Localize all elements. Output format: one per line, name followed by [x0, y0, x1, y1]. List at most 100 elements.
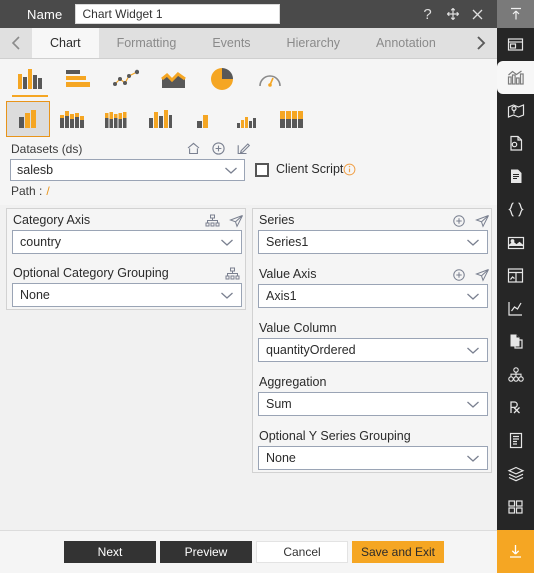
tabs-prev-arrow[interactable] — [0, 28, 32, 58]
collapse-up-icon[interactable] — [497, 0, 534, 28]
bar-chart-icon[interactable] — [54, 61, 102, 97]
aggregation-label: Aggregation — [259, 375, 327, 389]
org-chart-icon[interactable] — [497, 358, 534, 391]
text-document-icon[interactable] — [497, 160, 534, 193]
y-series-grouping-select[interactable]: None — [258, 446, 488, 470]
copy-page-icon[interactable] — [497, 325, 534, 358]
dashboard-icon[interactable] — [497, 259, 534, 292]
move-icon[interactable] — [445, 7, 460, 22]
column-chart-icon[interactable] — [6, 61, 54, 97]
tab-chart-label: Chart — [50, 36, 81, 50]
chart-family-row — [0, 59, 497, 99]
send-arrow-icon[interactable] — [475, 214, 490, 228]
tab-bar: Chart Formatting Events Hierarchy Annota… — [0, 28, 497, 59]
pie-chart-icon[interactable] — [198, 61, 246, 97]
info-circle-icon[interactable] — [343, 163, 356, 176]
hierarchy-tree-icon[interactable] — [205, 214, 220, 228]
y-series-grouping-label: Optional Y Series Grouping — [259, 429, 411, 443]
window-controls: ? — [420, 7, 497, 22]
chevron-down-icon — [466, 346, 480, 355]
area-chart-icon[interactable] — [150, 61, 198, 97]
value-axis-select[interactable]: Axis1 — [258, 284, 488, 308]
category-grouping-label: Optional Category Grouping — [13, 266, 169, 280]
category-axis-actions — [205, 214, 244, 228]
client-script-checkbox[interactable] — [255, 163, 269, 177]
aggregation-value: Sum — [266, 397, 292, 411]
code-braces-icon[interactable] — [497, 193, 534, 226]
tab-chart[interactable]: Chart — [32, 28, 99, 58]
name-label: Name — [27, 6, 63, 22]
simple-column-icon[interactable] — [182, 101, 226, 137]
send-arrow-icon[interactable] — [475, 268, 490, 282]
report-icon[interactable] — [497, 424, 534, 457]
value-axis-value: Axis1 — [266, 289, 297, 303]
preview-button[interactable]: Preview — [160, 541, 252, 563]
stacked-column-icon[interactable] — [50, 101, 94, 137]
value-column-select[interactable]: quantityOrdered — [258, 338, 488, 362]
category-grouping-actions — [225, 267, 240, 281]
prescription-icon[interactable] — [497, 391, 534, 424]
download-icon[interactable] — [497, 530, 534, 573]
footer-toolbar: Next Preview Cancel Save and Exit — [0, 530, 497, 573]
datasets-select[interactable]: salesb — [10, 159, 245, 181]
plus-circle-icon[interactable] — [452, 214, 466, 228]
gauge-chart-icon[interactable] — [246, 61, 294, 97]
question-mark-icon[interactable]: ? — [420, 7, 435, 22]
right-rail — [497, 0, 534, 573]
close-icon[interactable] — [470, 7, 485, 22]
cancel-button[interactable]: Cancel — [256, 541, 348, 563]
tab-events[interactable]: Events — [194, 28, 268, 58]
category-axis-label: Category Axis — [13, 213, 91, 227]
tab-annotation-label: Annotation — [376, 36, 436, 50]
line-scatter-chart-icon[interactable] — [102, 61, 150, 97]
series-actions — [452, 214, 490, 228]
tab-annotation[interactable]: Annotation — [358, 28, 454, 58]
plus-circle-icon[interactable] — [211, 141, 226, 156]
series-select[interactable]: Series1 — [258, 230, 488, 254]
next-button[interactable]: Next — [64, 541, 156, 563]
chart-type-gallery — [0, 59, 497, 138]
value-axis-actions — [452, 268, 490, 282]
aggregation-select[interactable]: Sum — [258, 392, 488, 416]
widget-name-input[interactable] — [75, 4, 281, 24]
datasets-section: Datasets (ds) salesb Path: / Client Scr… — [0, 138, 497, 205]
tab-hierarchy[interactable]: Hierarchy — [269, 28, 359, 58]
small-multiples-column-icon[interactable] — [226, 101, 270, 137]
map-icon[interactable] — [497, 94, 534, 127]
grouped-column-icon[interactable] — [138, 101, 182, 137]
category-axis-value: country — [20, 235, 61, 249]
hierarchy-tree-icon[interactable] — [225, 267, 240, 281]
value-axis-label: Value Axis — [259, 267, 317, 281]
chart-subtype-row — [0, 99, 497, 138]
series-value: Series1 — [266, 235, 309, 249]
category-axis-select[interactable]: country — [12, 230, 242, 254]
clustered-column-icon[interactable] — [6, 100, 50, 137]
category-grouping-select[interactable]: None — [12, 283, 242, 307]
chevron-down-icon — [220, 238, 234, 247]
series-label: Series — [259, 213, 295, 227]
tab-formatting[interactable]: Formatting — [99, 28, 195, 58]
layers-icon[interactable] — [497, 457, 534, 490]
y-series-grouping-value: None — [266, 451, 296, 465]
send-arrow-icon[interactable] — [229, 214, 244, 228]
grid-icon[interactable] — [497, 490, 534, 523]
home-icon[interactable] — [186, 141, 201, 156]
document-download-icon[interactable] — [497, 127, 534, 160]
line-chart-icon[interactable] — [497, 292, 534, 325]
chevron-down-icon — [220, 291, 234, 300]
plus-circle-icon[interactable] — [452, 268, 466, 282]
save-and-exit-button[interactable]: Save and Exit — [352, 541, 444, 563]
chevron-down-icon — [466, 292, 480, 301]
path-label: Path : — [11, 184, 43, 198]
tab-events-label: Events — [212, 36, 251, 50]
widget-panel-icon[interactable] — [497, 28, 534, 61]
tabs-next-arrow[interactable] — [465, 28, 497, 58]
edit-pencil-icon[interactable] — [236, 141, 251, 156]
chevron-down-icon — [466, 454, 480, 463]
chart-icon[interactable] — [497, 61, 534, 94]
overlapped-column-icon[interactable] — [270, 101, 314, 137]
image-icon[interactable] — [497, 226, 534, 259]
series-panel: Series Series1 Value Axis Axis1 Value Co… — [252, 208, 492, 473]
client-script-label: Client Script — [276, 162, 344, 176]
stacked-100-column-icon[interactable] — [94, 101, 138, 137]
